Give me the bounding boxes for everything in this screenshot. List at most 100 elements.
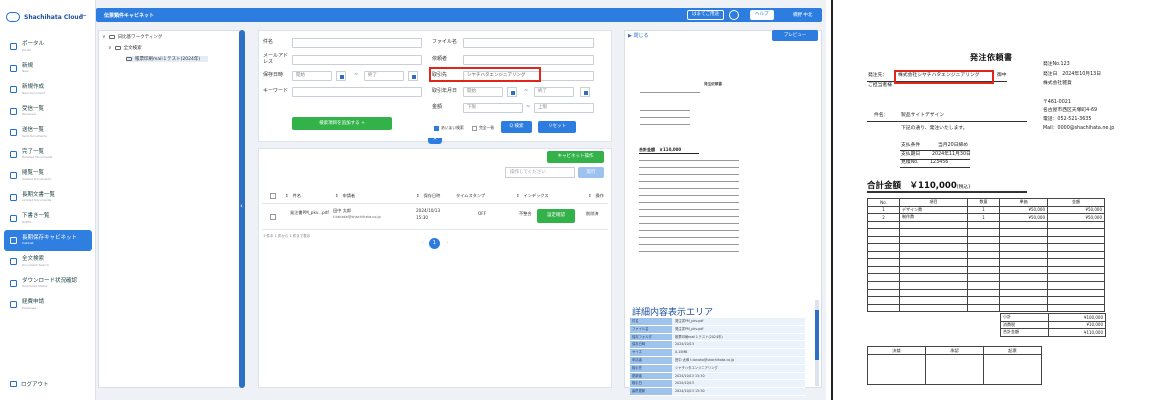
row-index-button[interactable]: 設定確認	[537, 209, 575, 223]
row-action[interactable]: 削除済	[586, 211, 599, 217]
tree-item-root[interactable]: ∨ 日比基ワークティング	[102, 34, 162, 40]
row-name[interactable]: 発注書PM_pkv...pdf	[290, 210, 329, 216]
amount-max-input[interactable]: 上限	[534, 103, 594, 113]
txn-date-from-input[interactable]: 開始	[463, 87, 503, 97]
items-cell	[967, 228, 1000, 237]
reset-button[interactable]: リセット	[538, 121, 576, 133]
close-preview-button[interactable]: ▶ 閉じる	[628, 32, 648, 39]
sidebar-item[interactable]: 送信一覧 Sent Documents	[4, 122, 92, 144]
cabinet-action-button[interactable]: キャビネット操作	[547, 151, 604, 163]
saved-date-from-input[interactable]: 開始	[292, 71, 332, 81]
fuzzy-search-checkbox[interactable]: あいまい検索	[434, 125, 464, 131]
folder-icon	[114, 46, 121, 50]
checkbox-checked	[434, 125, 439, 131]
txn-date-to-input[interactable]: 終了	[534, 87, 574, 97]
calendar-icon[interactable]	[408, 71, 418, 81]
logout-label: ログアウト	[21, 382, 49, 388]
col-header-date[interactable]: ⇕ 保存日時	[416, 193, 440, 199]
sidebar-item[interactable]: ダウンロード状況確認 Download Status	[4, 273, 92, 295]
sidebar-item-sublabel: Finished Documents	[22, 155, 53, 159]
keyword-input[interactable]	[292, 87, 422, 97]
approval-stamps-table: 決裁 承認 起票	[867, 346, 1042, 385]
collapse-form-toggle[interactable]: ^	[428, 138, 442, 144]
detail-value: 発注書PM_pkv.pdf	[672, 325, 805, 333]
items-cell: ¥50,000	[1047, 205, 1105, 215]
sidebar-item[interactable]: 閲覧一覧 Viewed Documents	[4, 165, 92, 187]
sidebar-item[interactable]: 受信一覧 Received	[4, 101, 92, 123]
items-row	[867, 243, 1105, 252]
items-cell	[867, 228, 900, 237]
sidebar-item[interactable]: 全文検索 Document Search	[4, 251, 92, 273]
page-button-1[interactable]: 1	[429, 238, 440, 249]
sidebar-item[interactable]: 下書き一覧 Drafts	[4, 208, 92, 230]
gear-icon[interactable]	[729, 10, 739, 20]
detail-row: サイズ 0.15MB	[630, 349, 805, 357]
prev-page-button[interactable]: ‹	[417, 238, 428, 249]
grand-total-label: 合計金額	[1000, 328, 1049, 337]
help-button[interactable]: ヘルプ	[750, 10, 774, 20]
col-header-applicant[interactable]: ⇕ 申請者	[335, 193, 355, 199]
items-header-cell: No.	[867, 198, 900, 207]
sidebar-item-sublabel: Download Status	[22, 284, 48, 288]
col-header-index[interactable]: ⇕ インデックス	[516, 193, 549, 199]
items-cell	[867, 235, 900, 245]
mail: Mail：0000@shachihata.ne.jp	[1043, 126, 1115, 131]
panel-splitter[interactable]	[239, 30, 245, 388]
sidebar-item[interactable]: 長期文書一覧 Limited Documents	[4, 187, 92, 209]
action-select[interactable]: 操作してください	[505, 167, 575, 178]
detail-key: 取引日	[630, 380, 672, 388]
sidebar-item[interactable]: ポータル Portal	[4, 36, 92, 58]
search-button[interactable]: Q 検索	[501, 121, 532, 133]
sidebar-item-sublabel: Drafts	[22, 219, 32, 224]
execute-button[interactable]: 実行	[578, 167, 604, 178]
preview-button[interactable]: プレビュー	[772, 30, 818, 41]
calendar-icon[interactable]	[580, 87, 590, 97]
email-input[interactable]	[292, 55, 422, 65]
sidebar-item[interactable]: 完了一覧 Finished Documents	[4, 144, 92, 166]
col-header-action[interactable]: ⇕ 操作	[588, 193, 604, 199]
tree-item-folder[interactable]: ∨ 全文検索	[108, 45, 142, 51]
items-row	[867, 273, 1105, 282]
collapse-sidebar-icon[interactable]: ⇤	[80, 11, 87, 20]
items-cell: デザイン費	[899, 205, 968, 215]
mini-grid-line	[639, 181, 739, 182]
detail-scrollbar[interactable]	[815, 300, 819, 386]
filename-input[interactable]	[463, 38, 594, 48]
document-thumbnail[interactable]: 発注依頼書 合計金額 ￥110,000	[636, 70, 786, 285]
partner-highlight-box	[429, 67, 541, 82]
add-condition-button[interactable]: 検索項目を追加する +	[292, 117, 392, 130]
items-cell	[899, 273, 968, 282]
tree-item-selected[interactable]: 帳票印刷mail１テスト(2024年)	[126, 56, 209, 62]
sidebar-item-sublabel: Limited Documents	[22, 198, 52, 202]
user-name[interactable]: 橋野 中北	[793, 12, 812, 18]
sidebar-item[interactable]: 新規 New	[4, 58, 92, 80]
name-input[interactable]	[292, 38, 422, 48]
items-cell	[867, 258, 900, 267]
items-cell	[967, 258, 1000, 267]
usage-button[interactable]: はまてご用途	[687, 10, 724, 20]
next-page-button[interactable]: ›	[442, 238, 453, 249]
logout-button[interactable]: ログアウト	[10, 380, 49, 388]
calendar-icon[interactable]	[507, 87, 517, 97]
saved-date-to-input[interactable]: 終了	[364, 71, 404, 81]
sender-input[interactable]	[463, 55, 594, 65]
amount-min-input[interactable]: 下限	[463, 103, 523, 113]
col-header-name[interactable]: ⇕ 件名	[285, 193, 301, 199]
to-label: 発注先：	[868, 73, 888, 78]
select-all-checkbox[interactable]	[270, 193, 276, 199]
calendar-icon[interactable]	[336, 71, 346, 81]
sidebar-item[interactable]: 経費申請 Expenses	[4, 294, 92, 316]
sidebar-item[interactable]: 長期保存キャビネット Cabinet	[4, 229, 92, 251]
stamp-header: 承認	[925, 346, 984, 355]
subject: 製品サイトデザイン	[901, 113, 945, 118]
sidebar-item[interactable]: 新規作成 New Document	[4, 79, 92, 101]
items-row	[867, 303, 1105, 313]
exact-match-checkbox[interactable]: 完全一致	[472, 125, 494, 131]
stamp-cell	[983, 354, 1042, 385]
mini-grid-line	[639, 195, 739, 196]
detail-row: 最終更新 2024/10/13 15:30	[630, 388, 805, 396]
company: 株式会社雑貨	[1043, 81, 1072, 86]
nav-icon	[10, 215, 17, 223]
row-checkbox[interactable]	[270, 214, 276, 220]
row-index-status: 不整合	[519, 211, 532, 216]
